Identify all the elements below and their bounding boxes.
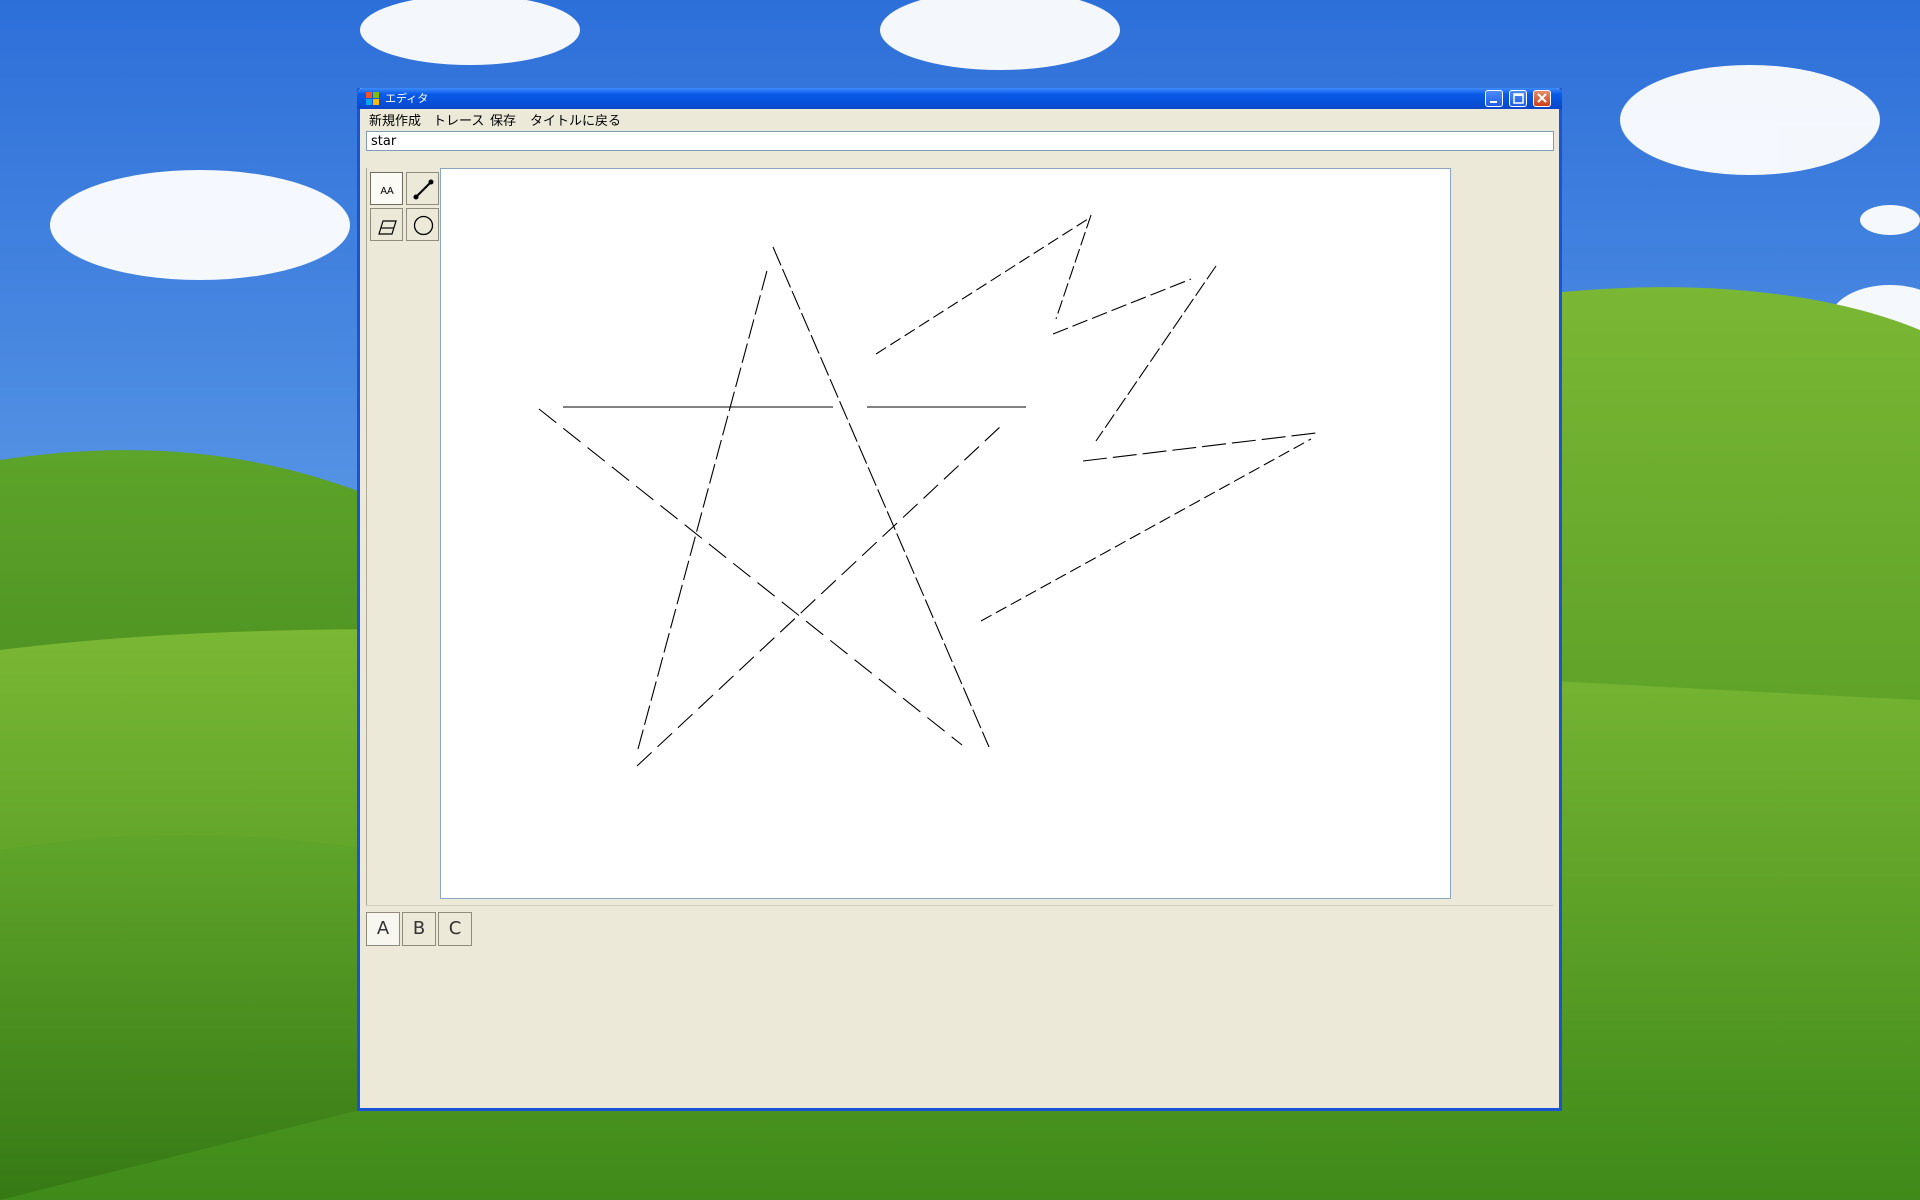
tab-a[interactable]: A bbox=[366, 912, 400, 946]
menu-save[interactable]: 保存 bbox=[490, 110, 516, 129]
star-edge-right bbox=[772, 246, 990, 748]
eraser-icon bbox=[378, 220, 397, 235]
bolt-middle-stroke bbox=[1052, 278, 1192, 335]
close-icon bbox=[1537, 93, 1547, 103]
title-bar[interactable]: エディタ bbox=[357, 88, 1562, 109]
line-tool-button[interactable] bbox=[406, 172, 439, 205]
star-edge-horizontal-diagonal bbox=[538, 408, 963, 746]
tab-c[interactable]: C bbox=[438, 912, 472, 946]
name-input[interactable] bbox=[366, 131, 1554, 151]
menu-bar: 新規作成 トレース 保存 タイトルに戻る bbox=[360, 109, 1559, 129]
line-tool-icon bbox=[413, 179, 434, 200]
minimize-button[interactable] bbox=[1485, 90, 1503, 107]
maximize-icon bbox=[1513, 93, 1524, 104]
ascii-art-drawing bbox=[538, 214, 1317, 767]
menu-trace[interactable]: トレース bbox=[433, 110, 484, 129]
star-edge-left bbox=[637, 266, 769, 750]
star-edge-bottom-left bbox=[636, 425, 1002, 767]
drawing-canvas[interactable] bbox=[440, 168, 1451, 899]
editor-window: エディタ 新規作成 トレース 保存 タイトルに戻る AA bbox=[357, 88, 1562, 1111]
window-title: エディタ bbox=[385, 92, 429, 105]
menu-new[interactable]: 新規作成 bbox=[369, 110, 421, 129]
close-button[interactable] bbox=[1533, 90, 1551, 107]
bolt-lower-stroke bbox=[980, 438, 1312, 622]
menu-back-to-title[interactable]: タイトルに戻る bbox=[530, 110, 621, 129]
text-tool-icon: AA bbox=[380, 186, 394, 197]
circle-tool-button[interactable] bbox=[406, 208, 439, 241]
minimize-icon bbox=[1490, 101, 1497, 103]
bolt-upper-vertical bbox=[1055, 214, 1092, 320]
tab-b[interactable]: B bbox=[402, 912, 436, 946]
bolt-middle-vertical bbox=[1095, 265, 1217, 442]
circle-icon bbox=[413, 215, 434, 236]
bolt-upper-stroke bbox=[875, 216, 1092, 355]
text-tool-button[interactable]: AA bbox=[370, 172, 403, 205]
windows-logo-icon bbox=[366, 92, 379, 105]
maximize-button[interactable] bbox=[1509, 90, 1527, 107]
bolt-lower-bar bbox=[1082, 432, 1317, 462]
svg-text:AA: AA bbox=[380, 186, 394, 197]
eraser-tool-button[interactable] bbox=[370, 208, 403, 241]
